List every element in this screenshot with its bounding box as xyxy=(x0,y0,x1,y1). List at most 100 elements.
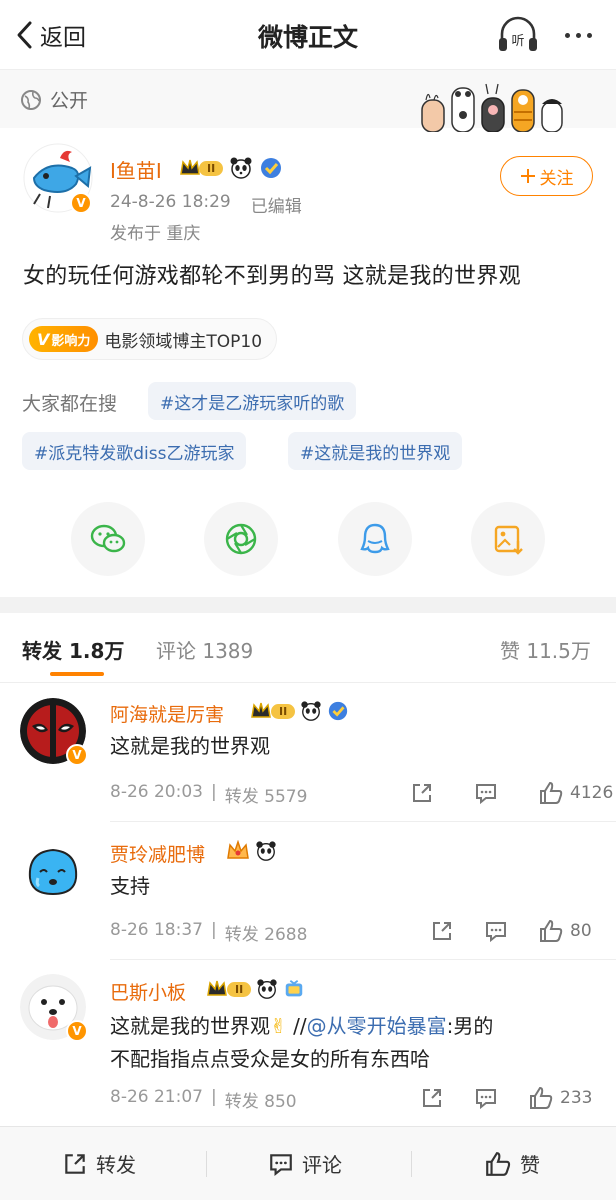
repost-actions: 80 xyxy=(430,918,592,944)
repost-username[interactable]: 巴斯小板 xyxy=(110,978,186,1005)
panda-icon xyxy=(256,841,276,861)
comment-icon[interactable] xyxy=(474,1086,498,1110)
verified-gold-icon xyxy=(261,158,282,178)
bottom-like-button[interactable]: 赞 xyxy=(484,1149,540,1178)
repost-avatar[interactable] xyxy=(20,838,86,904)
verified-badge-icon: V xyxy=(66,1020,88,1042)
visibility-label: 公开 xyxy=(50,90,89,112)
bottom-comment-button[interactable]: 评论 xyxy=(268,1149,342,1178)
paw-icon xyxy=(541,99,563,132)
repost-meta: 8-26 21:07 | 转发 850 xyxy=(110,1087,297,1112)
influence-tag[interactable]: V 影响力 电影领域博主TOP10 xyxy=(22,318,278,360)
tab-comments-label: 评论 xyxy=(156,639,196,663)
bottom-repost-button[interactable]: 转发 xyxy=(62,1149,136,1178)
repost-text-separator: // xyxy=(286,1014,307,1038)
repost-item: 贾玲减肥博 支持 8-26 18:37 | 转发 2688 80 xyxy=(0,822,616,960)
share-row xyxy=(0,502,616,578)
share-icon[interactable] xyxy=(410,781,434,805)
repost-text: 支持 xyxy=(110,874,150,898)
repost-time: 8-26 20:03 xyxy=(110,782,203,802)
repost-text-rest: :男的 xyxy=(446,1014,494,1038)
post-location: 发布于 重庆 xyxy=(110,224,201,244)
wechat-icon xyxy=(90,524,126,553)
topic-chip[interactable]: #这就是我的世界观 xyxy=(288,432,463,470)
divider xyxy=(411,1151,412,1177)
save-image-icon xyxy=(494,525,523,555)
tab-comments[interactable]: 评论 1389 xyxy=(156,635,253,664)
panda-icon xyxy=(301,701,321,721)
like-icon xyxy=(486,1151,511,1176)
tab-comments-count: 1389 xyxy=(202,639,254,663)
repost-username[interactable]: 阿海就是厉害 xyxy=(110,700,224,727)
author-avatar[interactable]: V xyxy=(20,138,96,214)
tab-likes[interactable]: 赞 11.5万 xyxy=(500,635,591,664)
like-icon[interactable] xyxy=(538,780,564,806)
repost-like-count: 233 xyxy=(560,1088,593,1108)
author-username[interactable]: I鱼苗I xyxy=(110,155,162,184)
like-icon[interactable] xyxy=(528,1085,554,1111)
dot-icon xyxy=(575,32,581,38)
verified-badge-icon: V xyxy=(66,744,88,766)
ok-hand-icon: ✌ xyxy=(270,1014,287,1038)
level-badge: II xyxy=(227,981,252,997)
tab-likes-label: 赞 xyxy=(500,639,520,663)
tab-reposts[interactable]: 转发 1.8万 xyxy=(22,635,124,664)
weibo-post-page: 返回 微博正文 听 公开 V I鱼苗I II 24-8-26 18:29 已编辑… xyxy=(0,0,616,1200)
panda-icon xyxy=(230,157,252,179)
topic-chip[interactable]: #派克特发歌diss乙游玩家 xyxy=(22,432,247,470)
influence-badge: V 影响力 xyxy=(29,326,99,352)
listen-button[interactable]: 听 xyxy=(496,14,540,56)
visibility-indicator: 公开 xyxy=(20,86,88,113)
tab-likes-count: 11.5万 xyxy=(526,639,591,663)
post-meta: 24-8-26 18:29 已编辑 xyxy=(110,192,302,217)
trending-search-label: 大家都在搜 xyxy=(22,393,118,415)
panda-icon xyxy=(257,979,277,999)
share-icon xyxy=(65,1153,85,1174)
bottom-comment-label: 评论 xyxy=(302,1153,342,1177)
repost-time: 8-26 18:37 xyxy=(110,920,203,940)
repost-badges xyxy=(226,840,277,862)
active-tab-indicator xyxy=(50,672,104,676)
globe-icon xyxy=(21,89,41,110)
repost-text-line2: 不配指指点点受众是女的所有东西哈 xyxy=(110,1047,430,1071)
topic-chip[interactable]: #这才是乙游玩家听的歌 xyxy=(148,382,357,420)
comment-icon[interactable] xyxy=(474,781,498,805)
crown-icon xyxy=(251,702,271,718)
more-options-button[interactable] xyxy=(556,18,600,52)
share-wechat-button[interactable] xyxy=(71,502,145,576)
comment-icon xyxy=(270,1153,292,1176)
headphone-icon: 听 xyxy=(499,16,537,51)
share-icon[interactable] xyxy=(430,919,454,943)
tab-reposts-label: 转发 xyxy=(22,639,62,663)
save-image-button[interactable] xyxy=(471,502,545,576)
repost-badges: II xyxy=(250,700,349,722)
comment-icon[interactable] xyxy=(484,919,508,943)
listen-label: 听 xyxy=(511,34,524,49)
repost-text-main: 这就是我的世界观 xyxy=(110,1014,270,1038)
share-qq-button[interactable] xyxy=(338,502,412,576)
verified-badge-icon: V xyxy=(70,192,92,214)
repost-username[interactable]: 贾玲减肥博 xyxy=(110,840,205,867)
crown-icon xyxy=(207,980,227,996)
like-icon[interactable] xyxy=(538,918,564,944)
share-icon[interactable] xyxy=(420,1086,444,1110)
section-divider xyxy=(0,597,616,613)
mention-link[interactable]: @从零开始暴富 xyxy=(307,1014,447,1038)
repost-meta: 8-26 18:37 | 转发 2688 xyxy=(110,920,307,945)
blue-blob-avatar-icon xyxy=(20,838,86,904)
bottom-like-label: 赞 xyxy=(520,1153,540,1177)
influence-text: 电影领域博主TOP10 xyxy=(104,331,263,352)
paw-icon xyxy=(511,89,535,132)
repost-like-count: 4126 xyxy=(570,783,614,803)
repost-text: 这就是我的世界观✌ //@从零开始暴富:男的 不配指指点点受众是女的所有东西哈 xyxy=(110,1010,493,1076)
post-date: 24-8-26 18:29 xyxy=(110,192,231,212)
crown-level-badge: II xyxy=(179,158,224,178)
divider xyxy=(206,1151,207,1177)
follow-button[interactable]: 关注 xyxy=(500,156,593,196)
bottom-action-bar: 转发 评论 赞 xyxy=(0,1126,616,1200)
meta-divider: | xyxy=(210,920,217,940)
verified-blue-icon xyxy=(329,701,348,721)
author-badges: II xyxy=(179,156,283,180)
share-moments-button[interactable] xyxy=(204,502,278,576)
edited-label[interactable]: 已编辑 xyxy=(251,192,302,217)
